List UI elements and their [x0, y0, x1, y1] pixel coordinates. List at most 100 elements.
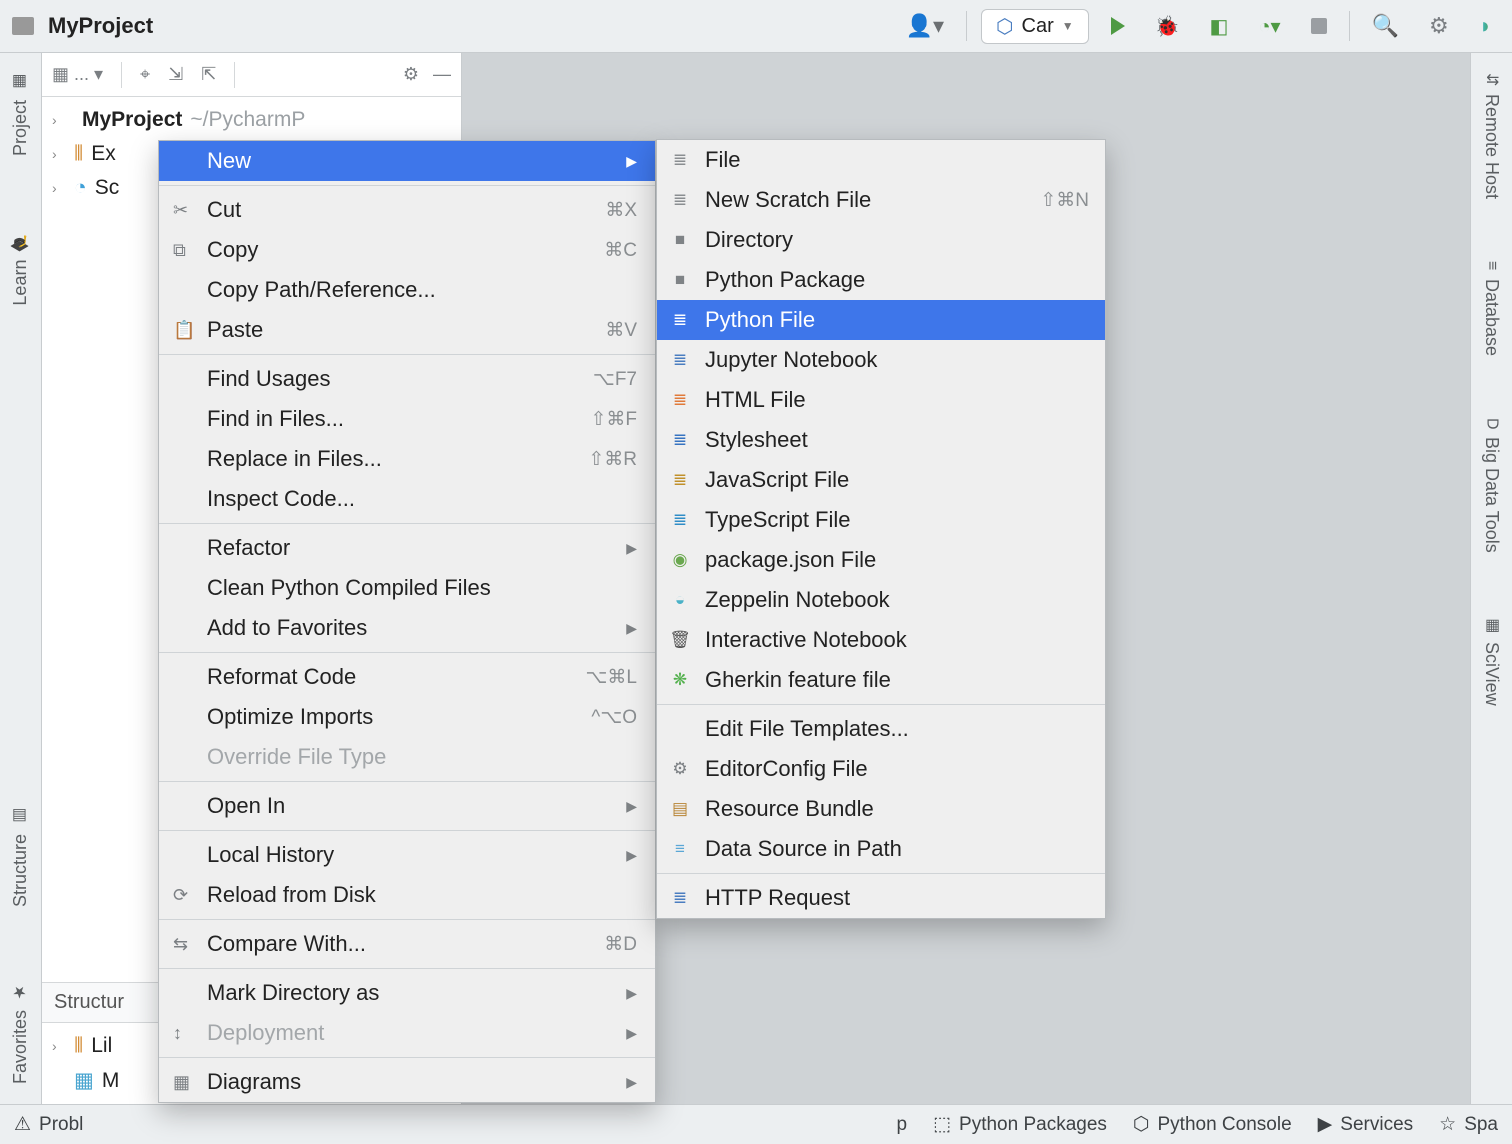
gear-icon[interactable]: ⚙: [403, 64, 419, 85]
new-item-interactive[interactable]: 🗑Interactive Notebook: [657, 620, 1105, 660]
separator: [966, 11, 967, 41]
menu-item-cut[interactable]: ✂Cut⌘X: [159, 190, 655, 230]
menu-item-deployment: ↕Deployment▶: [159, 1013, 655, 1053]
search-everywhere-button[interactable]: 🔍: [1364, 9, 1407, 43]
separator: [159, 781, 655, 782]
new-item-editorconfig[interactable]: ⚙EditorConfig File: [657, 749, 1105, 789]
host-icon: ⇵: [1482, 73, 1501, 86]
menu-item-clean-pyc[interactable]: Clean Python Compiled Files: [159, 568, 655, 608]
new-item-scratch[interactable]: ≣New Scratch File⇧⌘N: [657, 180, 1105, 220]
tree-root[interactable]: › MyProject ~/PycharmP: [42, 103, 461, 137]
packages-icon: ⬚: [933, 1113, 951, 1136]
rail-tab-project[interactable]: Project▦: [10, 63, 31, 166]
spa-tab[interactable]: ☆Spa: [1439, 1113, 1498, 1136]
new-item-css[interactable]: ≣Stylesheet: [657, 420, 1105, 460]
menu-item-mark-dir[interactable]: Mark Directory as▶: [159, 973, 655, 1013]
search-icon: 🔍: [1372, 13, 1399, 39]
coverage-button[interactable]: ◧: [1202, 10, 1237, 43]
rail-tab-favorites[interactable]: Favorites★: [10, 973, 31, 1094]
separator: [159, 354, 655, 355]
chevron-right-icon: ▶: [626, 985, 637, 1002]
menu-item-refactor[interactable]: Refactor▶: [159, 528, 655, 568]
directory-icon: ■: [669, 230, 691, 250]
menu-item-copy-path[interactable]: Copy Path/Reference...: [159, 270, 655, 310]
menu-item-new[interactable]: New▶: [159, 141, 655, 181]
menu-item-copy[interactable]: ⧉Copy⌘C: [159, 230, 655, 270]
menu-item-label: Diagrams: [207, 1069, 301, 1095]
rail-tab-big-data[interactable]: DBig Data Tools: [1481, 408, 1502, 563]
rail-tab-database[interactable]: ≡Database: [1481, 251, 1502, 365]
run-config-combo[interactable]: ⬡ Car ▼: [981, 9, 1089, 44]
new-item-directory[interactable]: ■Directory: [657, 220, 1105, 260]
new-item-templates[interactable]: Edit File Templates...: [657, 709, 1105, 749]
rail-tab-remote-host[interactable]: ⇵Remote Host: [1481, 63, 1502, 209]
python-icon: ⬡: [1133, 1113, 1150, 1136]
brand-icon[interactable]: ◗: [1471, 9, 1500, 43]
new-item-py-file[interactable]: ≣Python File: [657, 300, 1105, 340]
separator: [159, 652, 655, 653]
ts-icon: ≣: [669, 510, 691, 530]
collapse-all-icon[interactable]: ⇱: [201, 64, 216, 85]
git-users-icon[interactable]: 👤▾: [898, 9, 952, 43]
rail-tab-structure[interactable]: Structure▤: [10, 797, 31, 917]
services-icon: ▶: [1318, 1113, 1333, 1136]
menu-item-label: Compare With...: [207, 931, 366, 957]
profile-button[interactable]: ◔▾: [1250, 10, 1288, 43]
new-item-js[interactable]: ≣ JavaScript File: [657, 460, 1105, 500]
shortcut: ⌥F7: [593, 368, 637, 391]
project-name[interactable]: MyProject: [48, 13, 153, 39]
new-item-http[interactable]: ≣HTTP Request: [657, 878, 1105, 918]
menu-item-diagrams[interactable]: ▦Diagrams▶: [159, 1062, 655, 1102]
new-item-pkg-json[interactable]: ◉package.json File: [657, 540, 1105, 580]
menu-item-reload[interactable]: ⟳Reload from Disk: [159, 875, 655, 915]
new-submenu[interactable]: ≣File≣New Scratch File⇧⌘N■Directory■Pyth…: [656, 139, 1106, 919]
hide-icon[interactable]: —: [433, 64, 451, 85]
menu-item-compare[interactable]: ⇆Compare With...⌘D: [159, 924, 655, 964]
separator: [159, 523, 655, 524]
menu-item-inspect[interactable]: Inspect Code...: [159, 479, 655, 519]
run-button[interactable]: [1103, 13, 1133, 39]
python-packages-tab[interactable]: ⬚Python Packages: [933, 1113, 1107, 1136]
menu-item-paste[interactable]: 📋Paste⌘V: [159, 310, 655, 350]
menu-item-fav[interactable]: Add to Favorites▶: [159, 608, 655, 648]
rail-tab-sciview[interactable]: ▦SciView: [1481, 605, 1502, 716]
python-console-tab[interactable]: ⬡Python Console: [1133, 1113, 1292, 1136]
menu-item-label: TypeScript File: [705, 507, 851, 533]
context-menu[interactable]: New▶ ✂Cut⌘X⧉Copy⌘CCopy Path/Reference...📋…: [158, 140, 656, 1103]
new-item-ts[interactable]: ≣ TypeScript File: [657, 500, 1105, 540]
separator: [159, 830, 655, 831]
new-item-py-package[interactable]: ■Python Package: [657, 260, 1105, 300]
menu-item-label: JavaScript File: [705, 467, 849, 493]
services-tab[interactable]: ▶Services: [1318, 1113, 1413, 1136]
menu-item-label: package.json File: [705, 547, 876, 573]
locate-icon[interactable]: ⌖: [140, 64, 150, 85]
new-item-resource[interactable]: ▤Resource Bundle: [657, 789, 1105, 829]
datasource-icon: ≡: [669, 839, 691, 859]
menu-item-replace[interactable]: Replace in Files...⇧⌘R: [159, 439, 655, 479]
rail-tab-learn[interactable]: Learn🎓: [10, 222, 31, 316]
project-view-selector[interactable]: ▦ ... ▾: [52, 64, 103, 85]
new-item-html[interactable]: ≣HTML File: [657, 380, 1105, 420]
settings-button[interactable]: ⚙: [1421, 9, 1457, 43]
problems-tab[interactable]: ⚠Probl: [14, 1113, 83, 1136]
menu-item-open-in[interactable]: Open In▶: [159, 786, 655, 826]
unknown-tab[interactable]: p: [897, 1114, 908, 1136]
zeppelin-icon: ◒: [669, 590, 691, 610]
menu-item-optimize[interactable]: Optimize Imports^⌥O: [159, 697, 655, 737]
menu-item-label: Resource Bundle: [705, 796, 874, 822]
new-item-jupyter[interactable]: ≣Jupyter Notebook: [657, 340, 1105, 380]
new-item-datasource[interactable]: ≡Data Source in Path: [657, 829, 1105, 869]
debug-button[interactable]: 🐞: [1147, 10, 1188, 43]
new-item-zeppelin[interactable]: ◒Zeppelin Notebook: [657, 580, 1105, 620]
menu-item-reformat[interactable]: Reformat Code⌥⌘L: [159, 657, 655, 697]
new-item-file[interactable]: ≣File: [657, 140, 1105, 180]
database-icon: ≡: [1483, 261, 1501, 270]
new-item-gherkin[interactable]: ❋Gherkin feature file: [657, 660, 1105, 700]
menu-item-history[interactable]: Local History▶: [159, 835, 655, 875]
menu-item-label: New Scratch File: [705, 187, 871, 213]
js-icon: ≣: [669, 470, 691, 490]
expand-all-icon[interactable]: ⇲: [168, 64, 183, 85]
stop-button[interactable]: [1303, 14, 1335, 38]
menu-item-find-usages[interactable]: Find Usages⌥F7: [159, 359, 655, 399]
menu-item-find-files[interactable]: Find in Files...⇧⌘F: [159, 399, 655, 439]
